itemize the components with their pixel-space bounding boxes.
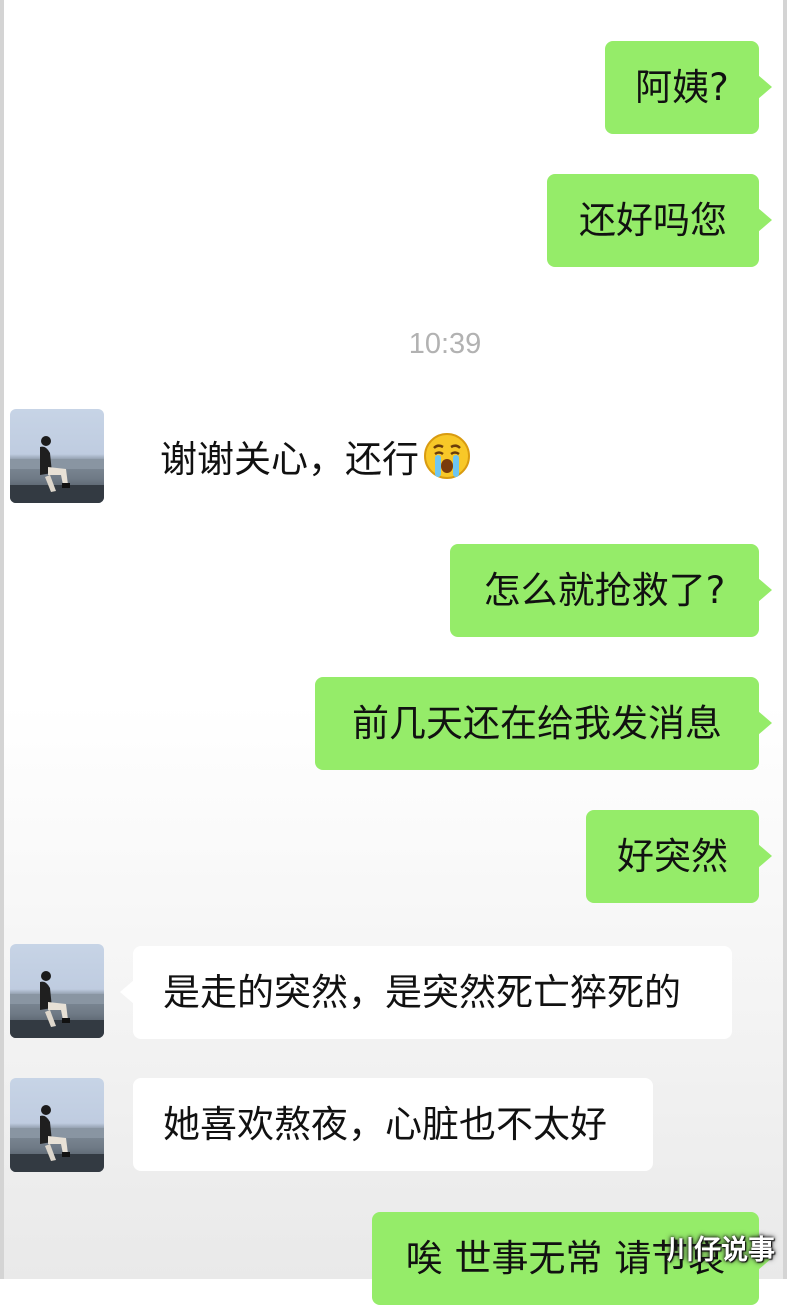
incoming-message-bubble[interactable]: 是走的突然，是突然死亡猝死的 [120, 946, 732, 1039]
incoming-message-bubble[interactable]: 她喜欢熬夜，心脏也不太好 [133, 1078, 653, 1171]
outgoing-message-bubble[interactable]: 前几天还在给我发消息 [315, 677, 772, 770]
incoming-message-bubble[interactable]: 谢谢关心，还行 [117, 409, 512, 510]
avatar-photo-icon [10, 436, 104, 503]
watermark-text: 川仔说事 [667, 1235, 775, 1266]
contact-avatar[interactable] [10, 944, 104, 1038]
outgoing-message-bubble[interactable]: 好突然 [586, 810, 772, 903]
chat-window: 阿姨? 还好吗您 10:39 谢谢关心，还行 怎么就抢救了? 前几天还在给我发消… [0, 0, 787, 1305]
message-timestamp: 10:39 [408, 328, 482, 360]
left-edge [0, 0, 4, 1279]
contact-avatar[interactable] [10, 409, 104, 503]
outgoing-message-bubble[interactable]: 还好吗您 [547, 174, 772, 267]
outgoing-message-bubble[interactable]: 阿姨? [605, 41, 772, 134]
outgoing-message-bubble[interactable]: 怎么就抢救了? [450, 544, 772, 637]
avatar-photo-icon [10, 971, 104, 1038]
contact-avatar[interactable] [10, 1078, 104, 1172]
message-text: 谢谢关心，还行 [160, 438, 419, 481]
avatar-photo-icon [10, 1105, 104, 1172]
right-edge [783, 0, 787, 1279]
crying-face-emoji-icon [423, 417, 471, 479]
